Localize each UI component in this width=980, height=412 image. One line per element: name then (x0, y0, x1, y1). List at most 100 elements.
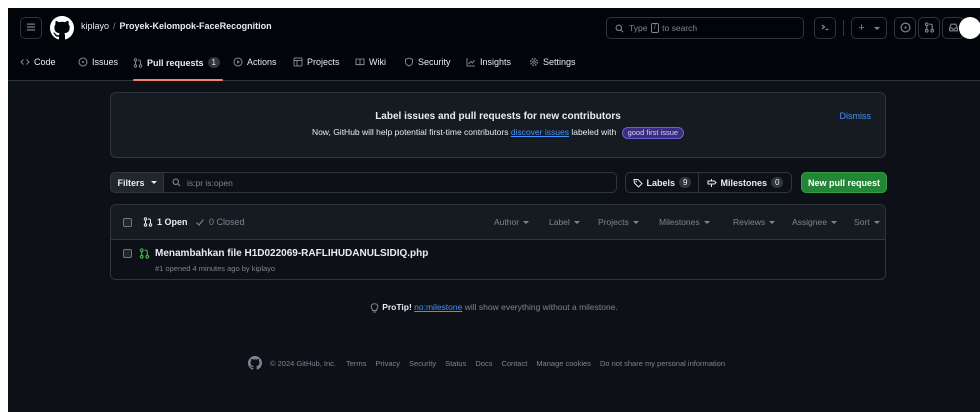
tab-code-label: Code (34, 57, 56, 67)
pull-request-list: 1 Open 0 Closed Author Label Projects Mi… (110, 204, 886, 280)
chevron-down-icon (150, 181, 157, 184)
pr-title-link[interactable]: Menambahkan file H1D022069-RAFLIHUDANULS… (155, 248, 428, 259)
footer-link-privacy[interactable]: Privacy (375, 359, 400, 368)
check-icon (195, 217, 205, 227)
closed-filter-link[interactable]: 0 Closed (195, 217, 245, 227)
discover-issues-link[interactable]: discover issues (511, 127, 569, 137)
repo-link[interactable]: Proyek-Kelompok-FaceRecognition (120, 21, 272, 31)
footer: © 2024 GitHub, Inc. Terms Privacy Securi… (248, 355, 734, 371)
tab-pull-requests[interactable]: Pull requests 1 (133, 57, 220, 68)
chevron-down-icon (769, 221, 776, 225)
header-divider (843, 20, 844, 36)
footer-link-do-not-share[interactable]: Do not share my personal information (600, 359, 725, 368)
git-pull-request-open-icon (139, 248, 150, 261)
tab-projects[interactable]: Projects (293, 57, 340, 67)
git-pull-request-icon (143, 217, 153, 227)
tab-code[interactable]: Code (20, 57, 56, 67)
author-filter-label: Author (494, 217, 520, 227)
hamburger-icon (26, 22, 36, 34)
filters-dropdown-button[interactable]: Filters (110, 172, 164, 193)
dismiss-button[interactable]: Dismiss (840, 111, 872, 121)
select-all-checkbox[interactable] (123, 218, 132, 227)
tab-wiki-label: Wiki (369, 57, 386, 67)
search-icon (615, 24, 624, 33)
chevron-down-icon (573, 221, 580, 225)
tab-projects-label: Projects (307, 57, 340, 67)
create-new-button[interactable]: + (851, 17, 887, 39)
pr-select-checkbox[interactable] (123, 249, 132, 258)
issue-opened-icon (78, 57, 88, 67)
milestones-filter-dropdown[interactable]: Milestones (659, 217, 710, 227)
search-placeholder-after: to search (662, 23, 698, 33)
light-bulb-icon (370, 303, 379, 313)
search-placeholder-before: Type (629, 23, 648, 33)
chevron-down-icon (830, 221, 837, 225)
hamburger-menu-button[interactable] (20, 17, 42, 39)
label-filter-dropdown[interactable]: Label (549, 217, 580, 227)
list-item: Menambahkan file H1D022069-RAFLIHUDANULS… (111, 240, 885, 279)
plus-label: + (858, 22, 865, 34)
code-icon (20, 57, 30, 67)
banner-text-before: Now, GitHub will help potential first-ti… (311, 127, 509, 137)
breadcrumb-separator: / (113, 21, 116, 31)
labels-count-badge: 9 (679, 177, 692, 188)
reviews-filter-label: Reviews (733, 217, 766, 227)
graph-icon (466, 57, 476, 67)
pull-requests-count-badge: 1 (207, 57, 220, 68)
reviews-filter-dropdown[interactable]: Reviews (733, 217, 776, 227)
command-palette-button[interactable] (814, 17, 836, 39)
milestones-filter-label: Milestones (659, 217, 700, 227)
good-first-issue-label[interactable]: good first issue (621, 127, 685, 139)
label-filter-label: Label (549, 217, 570, 227)
footer-link-status[interactable]: Status (445, 359, 466, 368)
user-avatar[interactable] (959, 17, 980, 39)
tab-settings[interactable]: Settings (529, 57, 576, 67)
chevron-down-icon (873, 26, 880, 30)
your-issues-button[interactable] (894, 17, 916, 39)
tab-insights-label: Insights (480, 57, 512, 67)
issue-opened-icon (899, 21, 911, 35)
search-shortcut-key: / (650, 23, 659, 33)
author-filter-dropdown[interactable]: Author (494, 217, 530, 227)
protip-label: ProTip! (382, 302, 412, 312)
tab-issues[interactable]: Issues (78, 57, 118, 67)
gear-icon (529, 57, 539, 67)
banner-text: Now, GitHub will help potential first-ti… (111, 127, 885, 139)
pr-meta: #1 opened 4 minutes ago by kiplayo (155, 264, 276, 273)
github-logo-icon[interactable] (50, 16, 74, 40)
assignee-filter-dropdown[interactable]: Assignee (792, 217, 837, 227)
sort-dropdown[interactable]: Sort (854, 217, 880, 227)
open-filter-link[interactable]: 1 Open (143, 217, 188, 227)
tab-insights[interactable]: Insights (466, 57, 511, 67)
tab-security[interactable]: Security (404, 57, 451, 67)
labels-button[interactable]: Labels 9 (625, 172, 699, 193)
owner-link[interactable]: kiplayo (81, 21, 109, 31)
terminal-icon (820, 22, 830, 34)
tab-wiki[interactable]: Wiki (355, 57, 386, 67)
milestones-button[interactable]: Milestones 0 (698, 172, 792, 193)
your-pull-requests-button[interactable] (918, 17, 940, 39)
tab-actions[interactable]: Actions (233, 57, 277, 67)
filter-query: is:pr is:open (187, 177, 233, 188)
no-milestone-link[interactable]: no:milestone (414, 302, 462, 312)
github-logo-icon[interactable] (248, 356, 262, 370)
footer-link-security[interactable]: Security (409, 359, 436, 368)
footer-link-terms[interactable]: Terms (346, 359, 366, 368)
chevron-down-icon (632, 221, 639, 225)
footer-link-manage-cookies[interactable]: Manage cookies (536, 359, 591, 368)
global-search-input[interactable]: Type / to search (606, 17, 804, 39)
footer-copyright: © 2024 GitHub, Inc. (270, 358, 336, 368)
footer-link-contact[interactable]: Contact (501, 359, 527, 368)
tab-security-label: Security (418, 57, 451, 67)
issues-search-input[interactable]: is:pr is:open (164, 172, 617, 193)
filters-label: Filters (117, 177, 145, 188)
projects-filter-dropdown[interactable]: Projects (598, 217, 639, 227)
chevron-down-icon (703, 221, 710, 225)
list-header: 1 Open 0 Closed Author Label Projects Mi… (111, 205, 885, 240)
tab-settings-label: Settings (543, 57, 576, 67)
new-pull-request-button[interactable]: New pull request (801, 172, 887, 193)
contributors-banner: Label issues and pull requests for new c… (110, 92, 886, 158)
git-pull-request-icon (924, 21, 935, 35)
tab-issues-label: Issues (92, 57, 119, 67)
footer-link-docs[interactable]: Docs (475, 359, 492, 368)
